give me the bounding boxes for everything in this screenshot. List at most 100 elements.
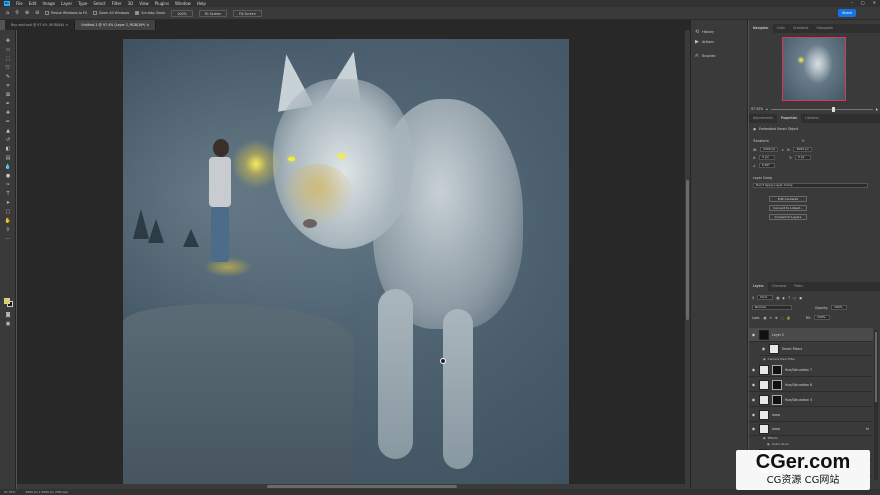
tab-boy-wolf[interactable]: Boy wolf.psd @ 97.4% (RGB/8#) × bbox=[5, 20, 76, 30]
minimize-button[interactable]: – bbox=[851, 0, 853, 5]
dock-brushes[interactable]: ✍ Brushes bbox=[695, 52, 715, 60]
scrubby-zoom-checkbox[interactable]: Scrubby Zoom bbox=[135, 11, 165, 15]
fill-field[interactable]: 100% bbox=[814, 315, 831, 320]
outer-glow-effect[interactable]: ◉ Outer Glow bbox=[767, 442, 789, 446]
menu-file[interactable]: File bbox=[16, 1, 23, 6]
adjustment-filter-icon[interactable]: ◐ bbox=[782, 296, 785, 300]
tab-paths[interactable]: Paths bbox=[790, 282, 807, 291]
share-button[interactable]: Share bbox=[838, 9, 856, 17]
zoom-all-checkbox[interactable]: Zoom All Windows bbox=[92, 11, 129, 15]
shape-tool-icon[interactable]: ▢ bbox=[4, 209, 12, 215]
tab-gradients[interactable]: Gradients bbox=[789, 24, 813, 33]
gradient-tool-icon[interactable]: ▤ bbox=[4, 155, 12, 161]
quick-mask-icon[interactable]: ◙ bbox=[4, 312, 12, 318]
layer-row-hue-sat-5[interactable]: ◉ Hue/Saturation 5 bbox=[749, 393, 873, 407]
more-tools-icon[interactable]: ⋯ bbox=[4, 236, 12, 242]
zoom-in-icon[interactable]: ⊕ bbox=[25, 10, 29, 16]
layers-scrollbar[interactable] bbox=[874, 330, 878, 480]
document-canvas[interactable] bbox=[123, 39, 569, 486]
fill-screen-button[interactable]: Fill Screen bbox=[233, 9, 262, 17]
visibility-eye-icon[interactable]: ◉ bbox=[763, 357, 766, 361]
visibility-eye-icon[interactable]: ◉ bbox=[751, 367, 756, 372]
artboard-tool-icon[interactable]: ▭ bbox=[4, 47, 12, 53]
pen-tool-icon[interactable]: ✑ bbox=[4, 182, 12, 188]
move-tool-icon[interactable]: ✥ bbox=[4, 38, 12, 44]
fx-icon[interactable]: fx bbox=[866, 427, 869, 431]
eyedropper-tool-icon[interactable]: ✒ bbox=[4, 101, 12, 107]
screen-mode-icon[interactable]: ▣ bbox=[4, 321, 12, 327]
navigator-preview[interactable] bbox=[782, 37, 846, 101]
convert-to-layers-button[interactable]: Convert to Layers bbox=[769, 214, 807, 220]
tab-histogram[interactable]: Histogram bbox=[812, 24, 837, 33]
lock-paint-icon[interactable]: ✎ bbox=[769, 316, 772, 320]
canvas-area[interactable] bbox=[17, 30, 690, 489]
zoom-100-button[interactable]: 100% bbox=[171, 9, 193, 17]
scroll-thumb[interactable] bbox=[875, 332, 877, 402]
angle-field[interactable]: 0.00° bbox=[758, 163, 775, 168]
navigator-zoom-value[interactable]: 97.35% bbox=[751, 107, 763, 111]
opacity-field[interactable]: 100% bbox=[831, 305, 848, 310]
quick-select-tool-icon[interactable]: ✎ bbox=[4, 74, 12, 80]
link-icon[interactable]: ∞ bbox=[781, 148, 784, 152]
history-brush-icon[interactable]: ↺ bbox=[4, 137, 12, 143]
x-field[interactable]: 0 px bbox=[759, 155, 776, 160]
visibility-eye-icon[interactable]: ◉ bbox=[751, 382, 756, 387]
width-field[interactable]: 2000 px bbox=[760, 147, 779, 152]
zoom-tool-icon[interactable]: ⚲ bbox=[4, 227, 12, 233]
menu-type[interactable]: Type bbox=[78, 1, 87, 6]
tab-color[interactable]: Color bbox=[773, 24, 789, 33]
visibility-eye-icon[interactable]: ◉ bbox=[763, 436, 766, 440]
tab-properties[interactable]: Properties bbox=[776, 114, 802, 123]
lock-pixels-icon[interactable]: ▦ bbox=[763, 316, 766, 320]
foreground-color-swatch[interactable] bbox=[4, 298, 10, 304]
lasso-tool-icon[interactable]: ➰ bbox=[4, 65, 12, 71]
scroll-thumb[interactable] bbox=[267, 485, 457, 488]
frame-tool-icon[interactable]: ⊠ bbox=[4, 92, 12, 98]
slider-handle[interactable] bbox=[831, 106, 835, 112]
menu-select[interactable]: Select bbox=[93, 1, 105, 6]
visibility-eye-icon[interactable]: ◉ bbox=[767, 442, 770, 446]
scroll-thumb[interactable] bbox=[686, 180, 689, 320]
layer-row-lamp-2[interactable]: ◉ lamp fx bbox=[749, 422, 873, 436]
type-filter-icon[interactable]: T bbox=[788, 296, 790, 300]
tab-untitled-1[interactable]: Untitled-1 @ 97.4% (Layer 2, RGB/16*) × bbox=[75, 20, 157, 30]
zoom-out-icon[interactable]: ▴ bbox=[766, 107, 768, 111]
eraser-tool-icon[interactable]: ◧ bbox=[4, 146, 12, 152]
blur-tool-icon[interactable]: 💧 bbox=[4, 164, 12, 170]
lock-all-icon[interactable]: 🔒 bbox=[787, 316, 791, 320]
y-field[interactable]: 0 px bbox=[794, 155, 811, 160]
hand-tool-icon[interactable]: ✋ bbox=[4, 218, 12, 224]
menu-edit[interactable]: Edit bbox=[29, 1, 37, 6]
camera-raw-filter[interactable]: ◉ Camera Raw Filter bbox=[763, 357, 795, 361]
fit-screen-button[interactable]: Fit Screen bbox=[198, 9, 228, 17]
dock-actions[interactable]: ▶ Actions bbox=[695, 38, 714, 46]
zoom-in-icon[interactable]: ▲ bbox=[876, 107, 878, 111]
lock-artboard-icon[interactable]: ⬚ bbox=[781, 316, 784, 320]
pixel-filter-icon[interactable]: ▦ bbox=[776, 296, 779, 300]
blend-mode-select[interactable]: Normal bbox=[752, 305, 792, 310]
shape-filter-icon[interactable]: ▢ bbox=[793, 296, 796, 300]
tab-navigator[interactable]: Navigator bbox=[749, 24, 773, 33]
tab-channels[interactable]: Channels bbox=[768, 282, 791, 291]
effects-label[interactable]: ◉ Effects bbox=[763, 436, 778, 440]
menu-view[interactable]: View bbox=[139, 1, 149, 6]
reset-transform-icon[interactable]: ↻ bbox=[802, 139, 805, 143]
marquee-tool-icon[interactable]: ⬚ bbox=[4, 56, 12, 62]
home-icon[interactable]: ⌂ bbox=[6, 10, 9, 16]
brush-tool-icon[interactable]: ✏ bbox=[4, 119, 12, 125]
stamp-tool-icon[interactable]: ▲ bbox=[4, 128, 12, 134]
menu-3d[interactable]: 3D bbox=[128, 1, 134, 6]
path-select-tool-icon[interactable]: ➤ bbox=[4, 200, 12, 206]
tab-layers[interactable]: Layers bbox=[749, 282, 768, 291]
layer-row-hue-sat-6[interactable]: ◉ Hue/Saturation 6 bbox=[749, 378, 873, 392]
visibility-eye-icon[interactable]: ◉ bbox=[751, 397, 756, 402]
menu-image[interactable]: Image bbox=[42, 1, 55, 6]
menu-window[interactable]: Window bbox=[175, 1, 191, 6]
layer-comp-select[interactable]: Don't Apply Layer Comp bbox=[753, 183, 868, 188]
layer-row-smart-filters[interactable]: ◉ Smart Filters bbox=[759, 342, 873, 356]
menu-filter[interactable]: Filter bbox=[112, 1, 122, 6]
crop-tool-icon[interactable]: ⌗ bbox=[4, 83, 12, 89]
height-field[interactable]: 2000 px bbox=[793, 147, 812, 152]
dock-history[interactable]: ⟲ History bbox=[695, 28, 714, 36]
tab-adjustments[interactable]: Adjustments bbox=[749, 114, 777, 123]
